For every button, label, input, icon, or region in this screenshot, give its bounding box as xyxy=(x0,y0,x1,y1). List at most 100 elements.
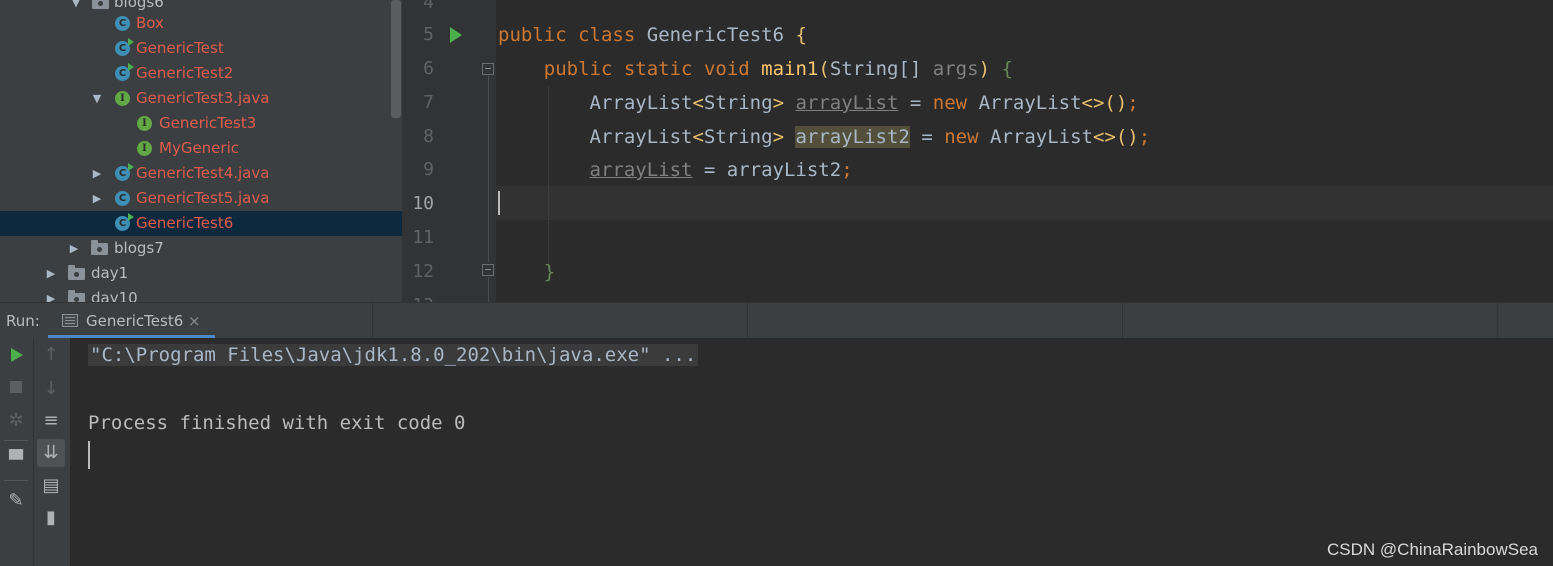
tree-item-generictest6[interactable]: C GenericTest6 xyxy=(0,211,402,236)
pin-icon[interactable]: ✎ xyxy=(2,487,30,515)
print-icon[interactable]: ▤ xyxy=(37,472,65,500)
tree-item-label: MyGeneric xyxy=(159,139,239,157)
highlighted-identifier: arrayList2 xyxy=(795,126,910,148)
package-folder-icon xyxy=(68,265,85,280)
interface-icon: I xyxy=(137,141,152,156)
collapse-arrow-icon[interactable]: ▶ xyxy=(91,161,103,186)
runnable-class-icon: C xyxy=(115,63,134,81)
tree-item-generictest3[interactable]: I GenericTest3 xyxy=(0,111,402,136)
header-divider xyxy=(1122,303,1123,339)
tree-item-box[interactable]: C Box xyxy=(0,11,402,36)
collapse-arrow-icon[interactable]: ▶ xyxy=(91,186,103,211)
interface-file-icon: I xyxy=(115,91,130,106)
tree-item-mygeneric[interactable]: I MyGeneric xyxy=(0,136,402,161)
tree-item-label: day10 xyxy=(91,289,138,302)
tree-item-label: GenericTest3.java xyxy=(136,89,270,107)
tree-item-label: blogs7 xyxy=(114,239,164,257)
package-folder-icon xyxy=(92,0,109,9)
line-number: 11 xyxy=(412,227,434,248)
code-line-6: public static void main1(String[] args) … xyxy=(543,58,1013,80)
run-console[interactable]: "C:\Program Files\Java\jdk1.8.0_202\bin\… xyxy=(70,338,1553,566)
line-number: 13 xyxy=(402,289,434,302)
line-number: 6 xyxy=(423,58,434,79)
fold-guide xyxy=(488,76,489,262)
tree-item-blogs7[interactable]: ▶ blogs7 xyxy=(0,236,402,261)
close-icon[interactable]: × xyxy=(188,303,201,339)
package-folder-icon xyxy=(68,290,85,302)
tab-title: GenericTest6 xyxy=(86,312,184,330)
collapse-arrow-icon[interactable]: ▶ xyxy=(68,236,80,261)
line-number: 9 xyxy=(423,159,434,180)
project-tree: ▼ blogs6 C Box C GenericTest C GenericTe… xyxy=(0,0,402,302)
code-line-5: public class GenericTest6 { xyxy=(498,24,807,46)
expand-arrow-icon[interactable]: ▼ xyxy=(91,86,103,111)
class-icon: C xyxy=(115,16,130,31)
tree-scrollbar[interactable] xyxy=(391,0,401,118)
fold-marker-icon[interactable] xyxy=(482,63,494,75)
run-toolbar-left: ✲ ▀ ✎ xyxy=(0,338,33,566)
runnable-class-icon: C xyxy=(115,38,134,56)
down-arrow-icon[interactable]: ↓ xyxy=(37,375,65,403)
interface-icon: I xyxy=(137,116,152,131)
code-line-9: arrayList = arrayList2; xyxy=(589,159,853,181)
class-file-icon: C xyxy=(115,191,130,206)
code-line-12: } xyxy=(543,261,556,283)
tree-item-label: GenericTest3 xyxy=(159,114,257,132)
line-number: 7 xyxy=(423,92,434,113)
run-gutter-icon[interactable] xyxy=(450,27,462,43)
debug-settings-icon[interactable]: ✲ xyxy=(2,407,30,435)
collapse-arrow-icon[interactable]: ▶ xyxy=(45,286,57,302)
layout-icon[interactable]: ▀ xyxy=(2,447,30,475)
rerun-icon[interactable] xyxy=(2,341,30,369)
tree-item-label: GenericTest4.java xyxy=(136,164,270,182)
watermark: CSDN @ChinaRainbowSea xyxy=(1327,540,1538,559)
current-line-highlight xyxy=(496,186,1553,220)
code-line-8: ArrayList<String> arrayList2 = new Array… xyxy=(589,126,1151,148)
code-editor[interactable]: 4 5 6 7 8 9 10 11 12 13 public class Gen… xyxy=(402,0,1553,302)
run-toolbar-right: ↑ ↓ ≡ ⇊ ▤ ▮ xyxy=(33,338,70,566)
toolbar-separator xyxy=(4,480,28,481)
tree-item-label: GenericTest2 xyxy=(136,64,234,82)
console-exit-message: Process finished with exit code 0 xyxy=(88,412,466,434)
editor-gutter: 4 5 6 7 8 9 10 11 12 13 xyxy=(402,0,496,302)
console-icon xyxy=(62,314,78,327)
run-label: Run: xyxy=(6,312,40,330)
runnable-class-icon: C xyxy=(115,213,134,231)
text-caret xyxy=(498,191,500,215)
tree-item-generictest5-java[interactable]: ▶ C GenericTest5.java xyxy=(0,186,402,211)
collapse-arrow-icon[interactable]: ▶ xyxy=(45,261,57,286)
console-caret xyxy=(88,441,90,469)
tree-item-label: GenericTest5.java xyxy=(136,189,270,207)
line-number: 12 xyxy=(412,261,434,282)
tree-item-label: day1 xyxy=(91,264,129,282)
tree-item-generictest3-java[interactable]: ▼ I GenericTest3.java xyxy=(0,86,402,111)
toolbar-separator xyxy=(4,440,28,441)
header-divider xyxy=(372,303,373,339)
line-number: 8 xyxy=(423,126,434,147)
trash-icon[interactable]: ▮ xyxy=(37,504,65,532)
tree-item-label: GenericTest6 xyxy=(136,214,234,232)
tree-item-generictest2[interactable]: C GenericTest2 xyxy=(0,61,402,86)
tree-item-label: Box xyxy=(136,14,164,32)
code-line-7: ArrayList<String> arrayList = new ArrayL… xyxy=(589,92,1139,114)
fold-marker-icon[interactable] xyxy=(482,264,494,276)
runnable-class-icon: C xyxy=(115,163,134,181)
line-number: 5 xyxy=(423,24,434,45)
package-folder-icon xyxy=(91,240,108,255)
tree-item-generictest[interactable]: C GenericTest xyxy=(0,36,402,61)
header-divider xyxy=(1497,303,1498,339)
stop-icon[interactable] xyxy=(2,373,30,401)
header-divider xyxy=(747,303,748,339)
console-command-line: "C:\Program Files\Java\jdk1.8.0_202\bin\… xyxy=(88,344,699,366)
line-number-current: 10 xyxy=(412,193,434,214)
fold-guide xyxy=(488,277,489,302)
tree-item-label: GenericTest xyxy=(136,39,224,57)
run-tool-window-header: Run: GenericTest6 × xyxy=(0,302,1553,339)
soft-wrap-icon[interactable]: ≡ xyxy=(37,407,65,435)
line-number: 4 xyxy=(423,0,434,13)
tree-item-day1[interactable]: ▶ day1 xyxy=(0,261,402,286)
tree-item-generictest4-java[interactable]: ▶ C GenericTest4.java xyxy=(0,161,402,186)
tree-item-day10[interactable]: ▶ day10 xyxy=(0,286,402,302)
scroll-to-end-icon[interactable]: ⇊ xyxy=(37,439,65,467)
up-arrow-icon[interactable]: ↑ xyxy=(37,341,65,369)
